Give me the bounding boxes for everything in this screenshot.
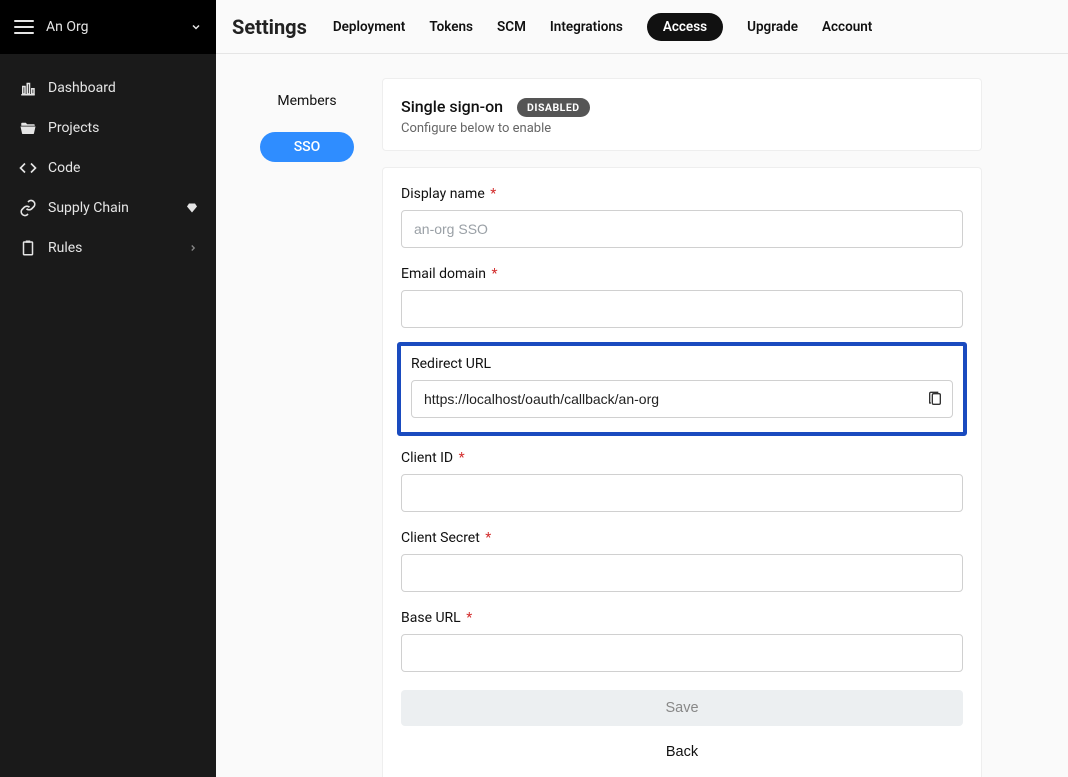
field-display-name: Display name * <box>401 186 963 248</box>
chevron-right-icon <box>188 243 198 253</box>
form-buttons: Save Back <box>401 690 963 770</box>
sidebar-item-code[interactable]: Code <box>0 148 216 188</box>
sidebar-nav: Dashboard Projects Code Supply Chain <box>0 54 216 282</box>
field-client-secret: Client Secret * <box>401 530 963 592</box>
chevron-down-icon <box>190 21 202 33</box>
tab-integrations[interactable]: Integrations <box>550 13 623 41</box>
back-button[interactable]: Back <box>401 734 963 770</box>
tab-access[interactable]: Access <box>647 13 723 41</box>
page-title: Settings <box>232 15 307 39</box>
tab-tokens[interactable]: Tokens <box>429 13 473 41</box>
sidebar-item-label: Rules <box>48 240 188 256</box>
client-id-label: Client ID * <box>401 450 963 466</box>
redirect-url-input[interactable] <box>411 380 953 418</box>
copy-redirect-url-button[interactable] <box>927 391 943 407</box>
link-chain-icon <box>18 199 38 217</box>
field-redirect-url: Redirect URL <box>397 342 967 436</box>
folder-open-icon <box>18 119 38 137</box>
sidebar-item-rules[interactable]: Rules <box>0 228 216 268</box>
tabs: Deployment Tokens SCM Integrations Acces… <box>333 13 872 41</box>
tab-upgrade[interactable]: Upgrade <box>747 13 798 41</box>
subnav-sso[interactable]: SSO <box>260 132 354 162</box>
sidebar-item-label: Projects <box>48 120 198 136</box>
field-email-domain: Email domain * <box>401 266 963 328</box>
sidebar-item-projects[interactable]: Projects <box>0 108 216 148</box>
base-url-input[interactable] <box>401 634 963 672</box>
sidebar: An Org Dashboard Projects Code <box>0 0 216 777</box>
code-icon <box>18 159 38 177</box>
redirect-url-label: Redirect URL <box>411 356 953 372</box>
sidebar-item-dashboard[interactable]: Dashboard <box>0 68 216 108</box>
save-button[interactable]: Save <box>401 690 963 726</box>
email-domain-input[interactable] <box>401 290 963 328</box>
base-url-label: Base URL * <box>401 610 963 626</box>
sidebar-item-label: Code <box>48 160 198 176</box>
display-name-label: Display name * <box>401 186 963 202</box>
display-name-input[interactable] <box>401 210 963 248</box>
chart-bar-icon <box>18 79 38 97</box>
diamond-icon <box>186 202 198 214</box>
client-secret-input[interactable] <box>401 554 963 592</box>
tab-account[interactable]: Account <box>822 13 872 41</box>
subnav-members[interactable]: Members <box>260 86 354 116</box>
sso-title: Single sign-on <box>401 97 503 116</box>
sidebar-item-label: Supply Chain <box>48 200 186 216</box>
sidebar-item-label: Dashboard <box>48 80 198 96</box>
topbar: Settings Deployment Tokens SCM Integrati… <box>216 0 1068 54</box>
sso-subtitle: Configure below to enable <box>401 121 963 136</box>
tab-scm[interactable]: SCM <box>497 13 526 41</box>
tab-deployment[interactable]: Deployment <box>333 13 405 41</box>
client-secret-label: Client Secret * <box>401 530 963 546</box>
clipboard-icon <box>18 239 38 257</box>
field-client-id: Client ID * <box>401 450 963 512</box>
main: Settings Deployment Tokens SCM Integrati… <box>216 0 1068 777</box>
org-switcher[interactable]: An Org <box>0 0 216 54</box>
sso-form-card: Display name * Email domain * Redirect U… <box>382 167 982 777</box>
org-name: An Org <box>46 19 190 35</box>
subnav: Members SSO <box>232 78 382 777</box>
clipboard-copy-icon <box>927 391 943 407</box>
client-id-input[interactable] <box>401 474 963 512</box>
sidebar-item-supply-chain[interactable]: Supply Chain <box>0 188 216 228</box>
email-domain-label: Email domain * <box>401 266 963 282</box>
sso-header-card: Single sign-on DISABLED Configure below … <box>382 78 982 151</box>
content: Single sign-on DISABLED Configure below … <box>382 78 982 777</box>
menu-icon <box>14 20 34 34</box>
field-base-url: Base URL * <box>401 610 963 672</box>
status-badge: DISABLED <box>517 98 590 117</box>
body: Members SSO Single sign-on DISABLED Conf… <box>216 54 1068 777</box>
